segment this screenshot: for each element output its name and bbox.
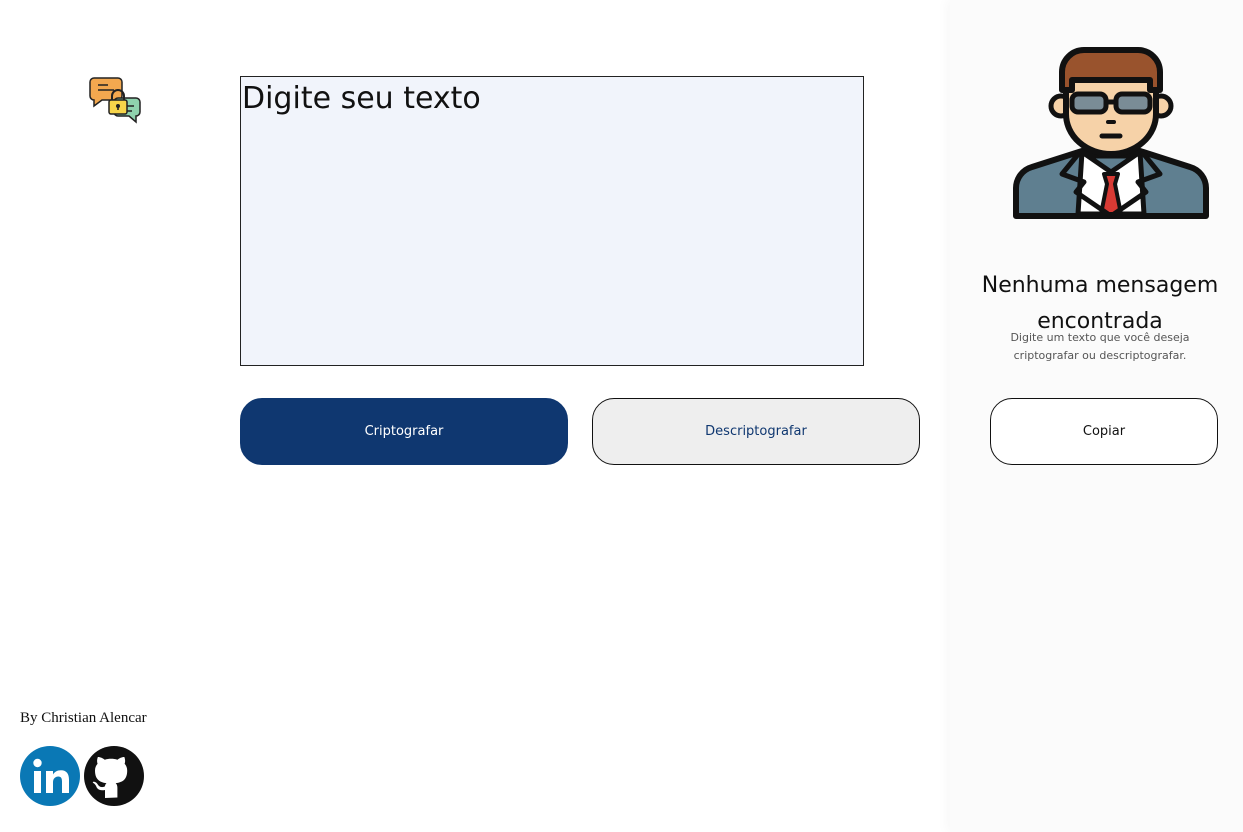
github-icon[interactable] — [84, 746, 144, 806]
copy-button-label: Copiar — [1082, 424, 1126, 439]
message-input[interactable] — [240, 76, 864, 366]
decrypt-button[interactable]: Descriptografar — [592, 398, 920, 465]
author-credit: By Christian Alencar — [20, 710, 147, 726]
agent-avatar-illustration — [1010, 46, 1212, 220]
linkedin-icon[interactable] — [20, 746, 80, 806]
page: Criptografar Descriptografar Copiar — [0, 0, 1243, 832]
logo-icon — [88, 74, 142, 128]
copy-button[interactable]: Copiar — [990, 398, 1218, 465]
empty-state-description: Digite um texto que você deseja criptogr… — [1010, 331, 1190, 362]
encrypt-button[interactable]: Criptografar — [240, 398, 568, 465]
encrypt-button-label: Criptografar — [364, 424, 444, 439]
decrypt-button-label: Descriptografar — [705, 424, 807, 439]
